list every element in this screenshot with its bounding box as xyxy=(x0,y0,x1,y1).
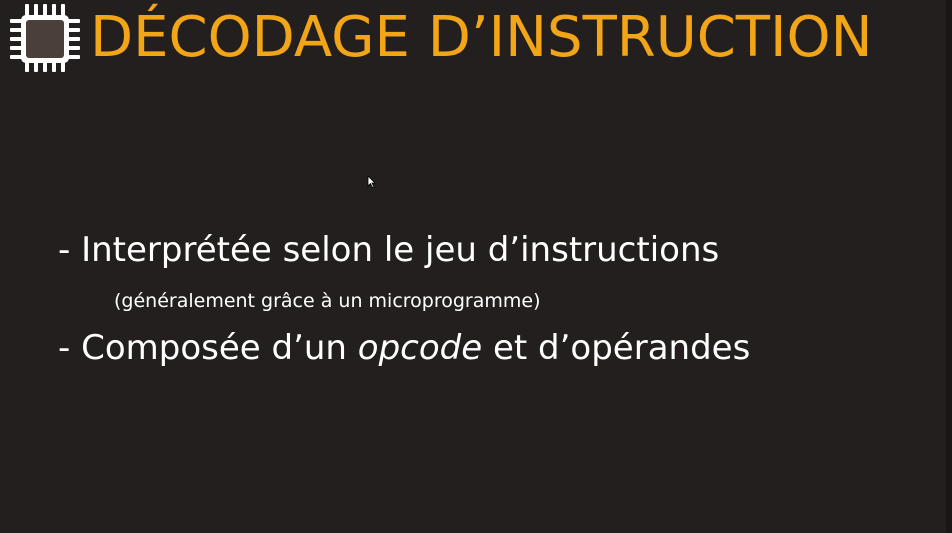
bullet-note: (généralement grâce à un microprogramme) xyxy=(114,290,541,312)
mouse-pointer-icon xyxy=(367,175,376,188)
bullet-interpretee: - Interprétée selon le jeu d’instruction… xyxy=(58,228,719,272)
bullet-emphasis-opcode: opcode xyxy=(357,328,483,368)
slide-title: DÉCODAGE D’INSTRUCTION xyxy=(90,5,873,70)
cpu-chip-icon xyxy=(10,4,80,72)
bullet-text-after: et d’opérandes xyxy=(482,328,751,368)
bullet-text: Interprétée selon le jeu d’instructions xyxy=(81,230,720,270)
bullet-text-before: Composée d’un xyxy=(81,328,358,368)
window-edge xyxy=(946,0,952,533)
bullet-dash: - xyxy=(58,230,82,270)
bullet-composee: - Composée d’un opcode et d’opérandes xyxy=(58,326,750,370)
bullet-dash: - xyxy=(58,328,82,368)
slide: DÉCODAGE D’INSTRUCTION - Interprétée sel… xyxy=(0,0,952,533)
